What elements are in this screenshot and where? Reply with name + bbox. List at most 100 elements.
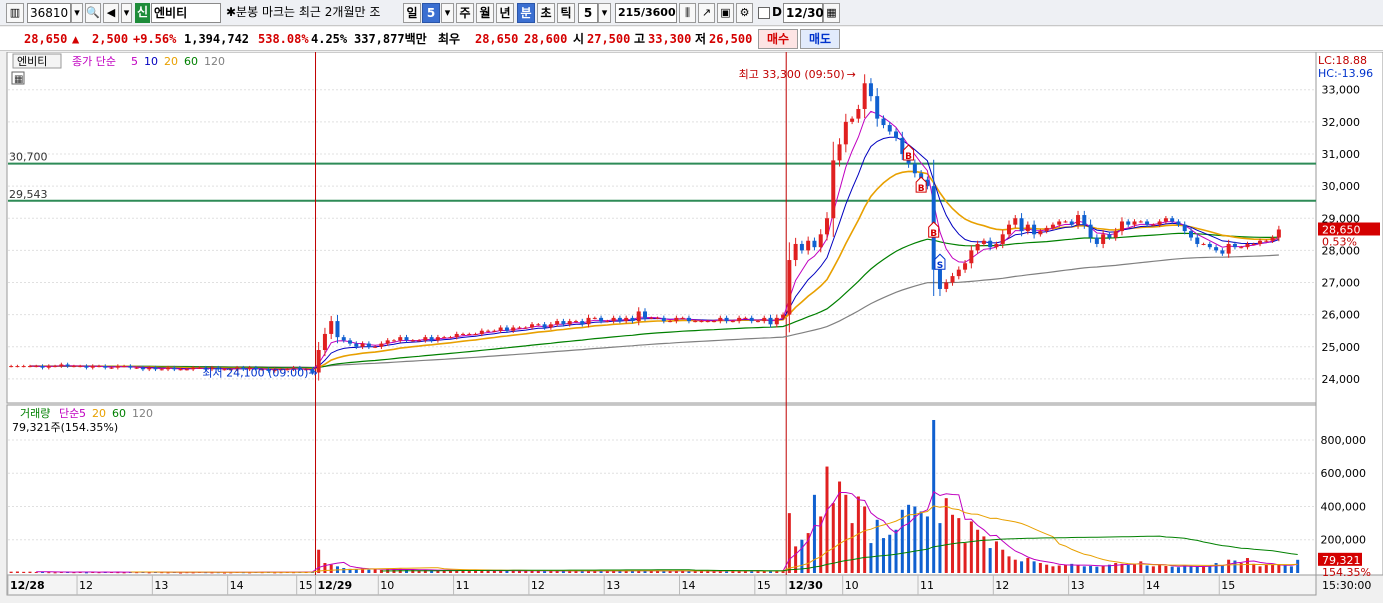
- volume-bar: [900, 509, 904, 573]
- x-label: 14: [230, 579, 244, 592]
- volume-bar: [22, 571, 26, 573]
- volume-bar: [800, 539, 804, 573]
- candle-body: [461, 333, 465, 335]
- candle-body: [712, 321, 717, 323]
- candle-body: [661, 317, 666, 322]
- volume-bar: [317, 549, 321, 573]
- hline-29543-label: 29,543: [9, 188, 48, 201]
- volume-bar: [649, 571, 653, 573]
- volume-bar: [605, 571, 609, 573]
- gear-icon[interactable]: ⚙: [736, 3, 753, 23]
- period-week[interactable]: 주: [456, 3, 474, 23]
- speaker-dropdown-icon[interactable]: ▾: [121, 3, 132, 23]
- high-price: 33,300: [648, 32, 692, 46]
- candle-settings-icon[interactable]: ⫼: [679, 3, 696, 23]
- current-price: 28,650: [24, 32, 68, 46]
- period-dropdown-icon[interactable]: ▾: [441, 3, 454, 23]
- candle-body: [1069, 221, 1074, 225]
- x-label: 13: [606, 579, 620, 592]
- sell-button[interactable]: 매도: [800, 29, 840, 49]
- stock-code-input[interactable]: 36810: [27, 3, 71, 23]
- candle-body: [969, 250, 974, 264]
- price-pane[interactable]: [6, 52, 1317, 404]
- volume-bar: [1001, 549, 1005, 573]
- candle-body: [937, 269, 942, 289]
- interval-input[interactable]: 5: [578, 3, 598, 23]
- candle-body: [649, 317, 654, 319]
- code-dropdown-icon[interactable]: ▾: [71, 3, 83, 23]
- candle-body: [511, 327, 516, 331]
- volume-bar: [1271, 565, 1275, 573]
- speaker-icon[interactable]: ◀: [103, 3, 119, 23]
- stock-name-field[interactable]: 엔비티: [151, 3, 221, 23]
- candle-body: [523, 327, 528, 329]
- chart-type-icon[interactable]: ▥: [6, 3, 24, 23]
- volume-bar: [1164, 566, 1168, 573]
- candle-body: [1251, 243, 1256, 245]
- volume-bar: [53, 572, 57, 574]
- period-day-count[interactable]: 5: [422, 3, 440, 23]
- volume-bar: [1101, 565, 1105, 573]
- d-checkbox[interactable]: [758, 7, 770, 19]
- volume-bar: [1258, 566, 1262, 573]
- volume-bar: [844, 494, 848, 573]
- candle-body: [912, 163, 917, 174]
- candle-body: [191, 367, 196, 370]
- period-tick[interactable]: 틱: [557, 3, 575, 23]
- candle-body: [391, 340, 396, 342]
- calendar-icon[interactable]: ▦: [823, 3, 840, 23]
- volume-bar: [706, 571, 710, 573]
- volume-pane[interactable]: [6, 404, 1317, 576]
- candle-body: [825, 218, 829, 235]
- signal-label: S: [937, 261, 943, 271]
- volume-bar: [1045, 564, 1049, 573]
- search-icon[interactable]: 🔍: [85, 3, 101, 23]
- period-year[interactable]: 년: [496, 3, 514, 23]
- max-annotation: 최고 33,300 (09:50): [739, 68, 845, 81]
- candle-body: [140, 367, 145, 370]
- volume-bar: [1208, 566, 1212, 573]
- count-field[interactable]: 215/3600: [615, 3, 677, 23]
- period-day[interactable]: 일: [403, 3, 421, 23]
- x-label: 10: [380, 579, 394, 592]
- candle-body: [680, 317, 685, 319]
- period-month[interactable]: 월: [476, 3, 494, 23]
- volume-bar: [762, 571, 766, 573]
- candle-body: [988, 240, 993, 248]
- line-tool-icon[interactable]: ↗: [698, 3, 715, 23]
- volume-legend-item: 60: [112, 407, 126, 420]
- candle-body: [1276, 229, 1281, 238]
- volume-bar: [1089, 566, 1093, 573]
- open-price: 27,500: [587, 32, 631, 46]
- candle-body: [379, 343, 384, 347]
- date-input[interactable]: 12/30: [783, 3, 824, 23]
- candle-body: [1239, 247, 1244, 249]
- buy-button[interactable]: 매수: [758, 29, 798, 49]
- period-second[interactable]: 초: [537, 3, 555, 23]
- candle-body: [586, 317, 591, 325]
- volume-bar: [9, 571, 13, 573]
- candle-body: [467, 333, 472, 335]
- candle-body: [1138, 221, 1143, 223]
- volume-bar: [825, 466, 829, 573]
- candle-body: [617, 317, 622, 322]
- candle-body: [1220, 250, 1225, 254]
- volume-bar: [1133, 564, 1137, 573]
- signal-label: B: [918, 184, 925, 194]
- period-minute[interactable]: 분: [517, 3, 535, 23]
- candle-body: [561, 321, 566, 325]
- candle-body: [1189, 231, 1193, 238]
- volume-bar: [1296, 559, 1300, 573]
- interval-dropdown-icon[interactable]: ▾: [598, 3, 611, 23]
- price-tick: 32,000: [1322, 116, 1361, 129]
- save-icon[interactable]: ▣: [717, 3, 734, 23]
- chart-area[interactable]: 30,70029,543 최고 33,300 (09:50) →최저 24,100…: [0, 52, 1383, 603]
- candle-body: [530, 324, 535, 328]
- candle-body: [115, 366, 120, 368]
- candle-body: [166, 367, 171, 370]
- volume-bar: [1183, 565, 1187, 573]
- candle-body: [348, 340, 353, 344]
- volume-bar: [1007, 556, 1011, 573]
- x-label: 11: [920, 579, 934, 592]
- table-icon-glyph: ▦: [14, 74, 23, 85]
